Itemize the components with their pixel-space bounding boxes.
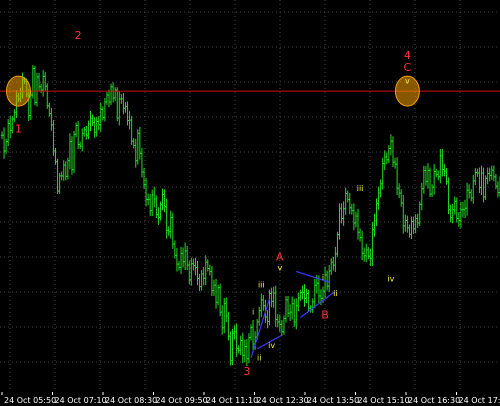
- wave-label: 4: [404, 49, 411, 62]
- wave-label: iii: [357, 184, 364, 193]
- x-tick-label: 24 Oct 13:50: [307, 396, 359, 405]
- wave-label: 3: [243, 365, 250, 378]
- x-tick-label: 24 Oct 08:30: [105, 396, 157, 405]
- wave-label: C: [404, 61, 412, 74]
- x-tick-label: 24 Oct 17:50: [459, 396, 500, 405]
- highlight-ellipse: [5, 75, 31, 107]
- wave-label: iv: [387, 274, 394, 283]
- wave-label: iii: [258, 281, 265, 290]
- wave-label: i: [322, 273, 324, 282]
- wave-label: i: [252, 308, 254, 317]
- x-tick-label: 24 Oct 15:10: [358, 396, 410, 405]
- wave-label: B: [321, 309, 329, 322]
- x-tick-label: 24 Oct 07:10: [55, 396, 107, 405]
- price-chart: 24 Oct 05:5024 Oct 07:1024 Oct 08:3024 O…: [0, 0, 500, 406]
- wave-label: v: [405, 76, 410, 85]
- x-tick-label: 24 Oct 16:30: [408, 396, 460, 405]
- x-tick-label: 24 Oct 09:50: [156, 396, 208, 405]
- x-tick-label: 24 Oct 05:50: [4, 396, 56, 405]
- wave-label: ii: [257, 354, 261, 363]
- wave-label: v: [277, 263, 282, 272]
- x-tick-label: 24 Oct 11:10: [206, 396, 258, 405]
- wave-label: iv: [268, 341, 275, 350]
- wave-label: A: [276, 251, 284, 264]
- wave-label: ii: [333, 289, 337, 298]
- wave-label: 2: [75, 29, 82, 42]
- chart-background: [0, 0, 500, 406]
- x-tick-label: 24 Oct 12:30: [257, 396, 309, 405]
- wave-label: 1: [15, 122, 22, 135]
